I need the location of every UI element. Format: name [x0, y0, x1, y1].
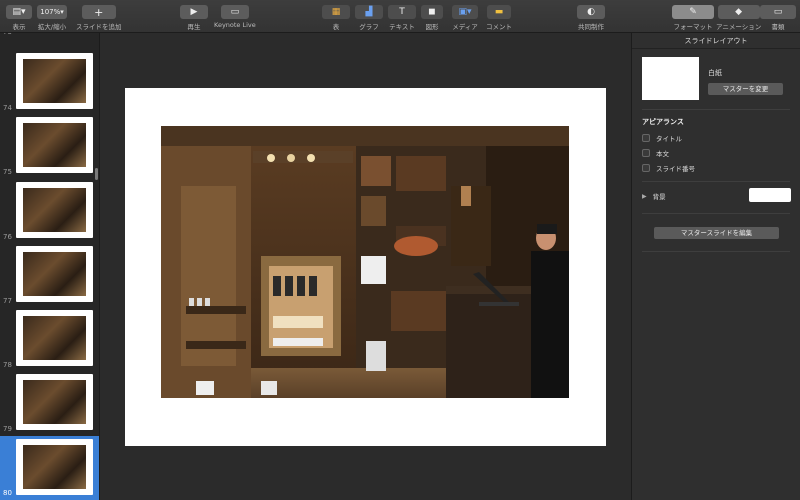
- text-icon: T: [388, 5, 416, 19]
- animate-button[interactable]: ◆ アニメーション: [716, 5, 761, 31]
- chart-icon: ▟: [355, 5, 383, 19]
- document-icon: ▭: [760, 5, 796, 19]
- slide-number-checkbox-row[interactable]: スライド番号: [642, 163, 695, 173]
- view-icon: ▤▾: [6, 5, 32, 19]
- format-button[interactable]: ✎ フォーマット: [672, 5, 714, 31]
- slide-image: [23, 316, 86, 360]
- title-checkbox-row[interactable]: タイトル: [642, 133, 682, 143]
- background-disclosure[interactable]: ▶ 背景: [642, 191, 666, 202]
- diamond-icon: ◆: [717, 5, 760, 19]
- divider: [642, 181, 790, 182]
- text-button[interactable]: T テキスト: [388, 5, 416, 31]
- slide-thumbnail[interactable]: 75: [0, 117, 99, 179]
- collaborate-icon: ◐: [577, 5, 605, 19]
- table-button[interactable]: ▦ 表: [322, 5, 350, 31]
- shape-icon: ◼: [421, 5, 443, 19]
- appearance-heading: アピアランス: [642, 118, 684, 126]
- body-checkbox[interactable]: [642, 149, 650, 157]
- chart-button[interactable]: ▟ グラフ: [355, 5, 383, 31]
- slide-thumbnail[interactable]: 77: [0, 246, 99, 308]
- divider: [642, 251, 790, 252]
- slide-canvas[interactable]: [101, 33, 631, 500]
- play-button[interactable]: ▶ 再生: [180, 5, 208, 31]
- slide-image: [23, 252, 86, 296]
- master-thumbnail[interactable]: [642, 57, 699, 100]
- plus-icon: +: [81, 5, 116, 19]
- view-control[interactable]: ▤▾ 表示: [6, 5, 32, 31]
- zoom-value: 107%: [40, 8, 61, 16]
- slide-thumbnail-selected[interactable]: 80: [0, 436, 99, 500]
- slide-navigator[interactable]: 73 74 75 76 77 78 79 80: [0, 33, 100, 500]
- play-icon: ▶: [180, 5, 208, 19]
- divider: [642, 109, 790, 110]
- slide-image: [23, 380, 86, 424]
- master-name: 白紙: [708, 69, 722, 77]
- background-color-well[interactable]: [749, 188, 791, 202]
- media-button[interactable]: ▣▾ メディア: [452, 5, 478, 31]
- current-slide[interactable]: [125, 88, 606, 446]
- divider: [642, 213, 790, 214]
- slide-thumbnail[interactable]: 76: [0, 182, 99, 244]
- comment-button[interactable]: ▬ コメント: [486, 5, 512, 31]
- slide-thumbnail[interactable]: 74: [0, 53, 99, 115]
- photo-graphic: [161, 126, 569, 398]
- body-checkbox-row[interactable]: 本文: [642, 148, 669, 158]
- slide-image: [23, 188, 86, 232]
- shape-button[interactable]: ◼ 図形: [421, 5, 443, 31]
- edit-master-slide-button[interactable]: マスタースライドを編集: [654, 227, 779, 239]
- disclosure-triangle-icon: ▶: [642, 192, 647, 200]
- title-checkbox[interactable]: [642, 134, 650, 142]
- change-master-button[interactable]: マスターを変更: [708, 83, 783, 95]
- collaborate-button[interactable]: ◐ 共同制作: [577, 5, 605, 31]
- shop-interior-photo[interactable]: [161, 126, 569, 398]
- navigator-scrollbar[interactable]: [95, 168, 98, 180]
- slide-thumbnail[interactable]: 73: [0, 33, 99, 39]
- slide-thumbnail[interactable]: 79: [0, 374, 99, 436]
- add-slide-button[interactable]: + スライドを追加: [76, 5, 122, 31]
- comment-icon: ▬: [487, 5, 511, 19]
- inspector-title: スライドレイアウト: [632, 33, 800, 49]
- slide-image: [23, 445, 86, 489]
- slide-number-checkbox[interactable]: [642, 164, 650, 172]
- zoom-control[interactable]: 107% ▾ 拡大/縮小: [37, 5, 67, 31]
- document-button[interactable]: ▭ 書類: [760, 5, 796, 31]
- slide-image: [23, 123, 86, 167]
- paintbrush-icon: ✎: [672, 5, 714, 19]
- table-icon: ▦: [322, 5, 350, 19]
- slide-thumbnail[interactable]: 78: [0, 310, 99, 372]
- media-icon: ▣▾: [452, 5, 478, 19]
- inspector-panel: スライドレイアウト 白紙 マスターを変更 アピアランス タイトル 本文 スライド…: [631, 33, 800, 500]
- slide-image: [23, 59, 86, 103]
- keynote-live-button[interactable]: ▭ Keynote Live: [214, 5, 256, 29]
- live-icon: ▭: [220, 5, 249, 19]
- toolbar: ▤▾ 表示 107% ▾ 拡大/縮小 + スライドを追加 ▶ 再生 ▭ Keyno…: [0, 0, 800, 33]
